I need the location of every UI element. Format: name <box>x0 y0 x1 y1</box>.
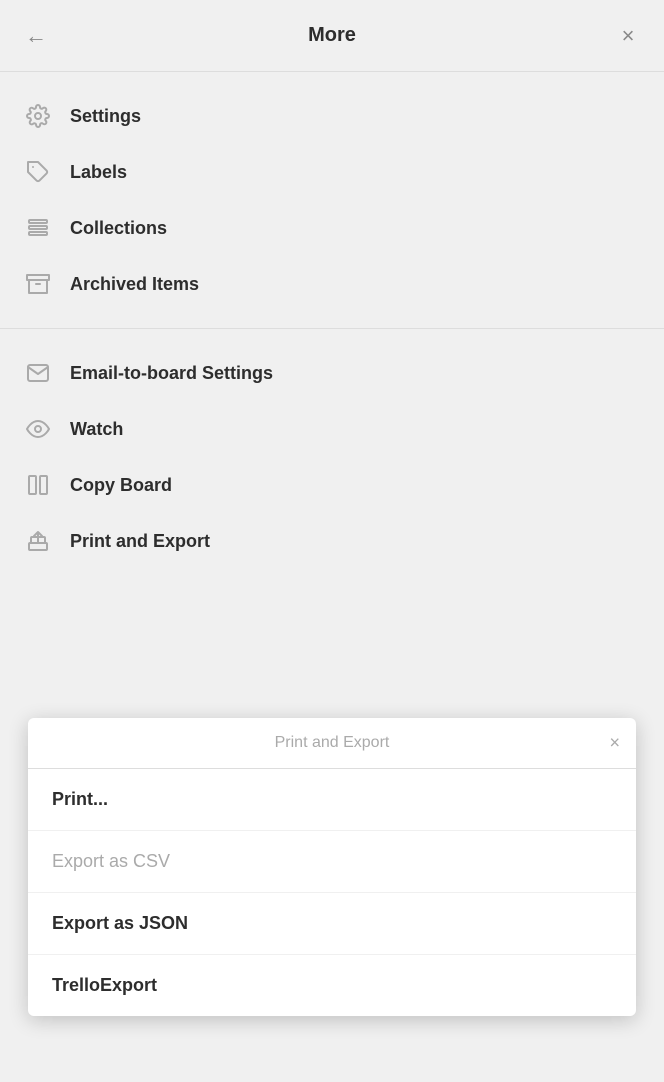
menu-item-labels[interactable]: Labels <box>0 144 664 200</box>
close-button[interactable]: × <box>612 23 644 49</box>
panel-title: More <box>52 24 612 47</box>
popup-item-print[interactable]: Print... <box>28 769 636 831</box>
copy-board-label: Copy Board <box>70 475 172 496</box>
popup-header: Print and Export × <box>28 718 636 769</box>
popup-title: Print and Export <box>275 734 390 752</box>
email-icon <box>24 359 52 387</box>
popup-item-export-json[interactable]: Export as JSON <box>28 893 636 955</box>
gear-icon <box>24 102 52 130</box>
print-icon <box>24 527 52 555</box>
menu-section-2: Email-to-board Settings Watch Copy Board <box>0 329 664 585</box>
menu-item-settings[interactable]: Settings <box>0 88 664 144</box>
watch-icon <box>24 415 52 443</box>
archived-items-label: Archived Items <box>70 274 199 295</box>
settings-label: Settings <box>70 106 141 127</box>
menu-item-print-export[interactable]: Print and Export <box>0 513 664 569</box>
collections-label: Collections <box>70 218 167 239</box>
popup-item-export-csv: Export as CSV <box>28 831 636 893</box>
popup-close-button[interactable]: × <box>609 733 620 754</box>
menu-item-email-to-board[interactable]: Email-to-board Settings <box>0 345 664 401</box>
label-icon <box>24 158 52 186</box>
header: ← More × <box>0 0 664 72</box>
copy-board-icon <box>24 471 52 499</box>
menu-item-archived-items[interactable]: Archived Items <box>0 256 664 312</box>
watch-label: Watch <box>70 419 123 440</box>
menu-item-collections[interactable]: Collections <box>0 200 664 256</box>
email-to-board-label: Email-to-board Settings <box>70 363 273 384</box>
archive-icon <box>24 270 52 298</box>
popup-item-trello-export[interactable]: TrelloExport <box>28 955 636 1016</box>
menu-item-copy-board[interactable]: Copy Board <box>0 457 664 513</box>
menu-item-watch[interactable]: Watch <box>0 401 664 457</box>
back-button[interactable]: ← <box>20 23 52 49</box>
menu-section-1: Settings Labels Collections <box>0 72 664 329</box>
print-export-popup: Print and Export × Print... Export as CS… <box>28 718 636 1016</box>
print-export-label: Print and Export <box>70 531 210 552</box>
collections-icon <box>24 214 52 242</box>
labels-label: Labels <box>70 162 127 183</box>
